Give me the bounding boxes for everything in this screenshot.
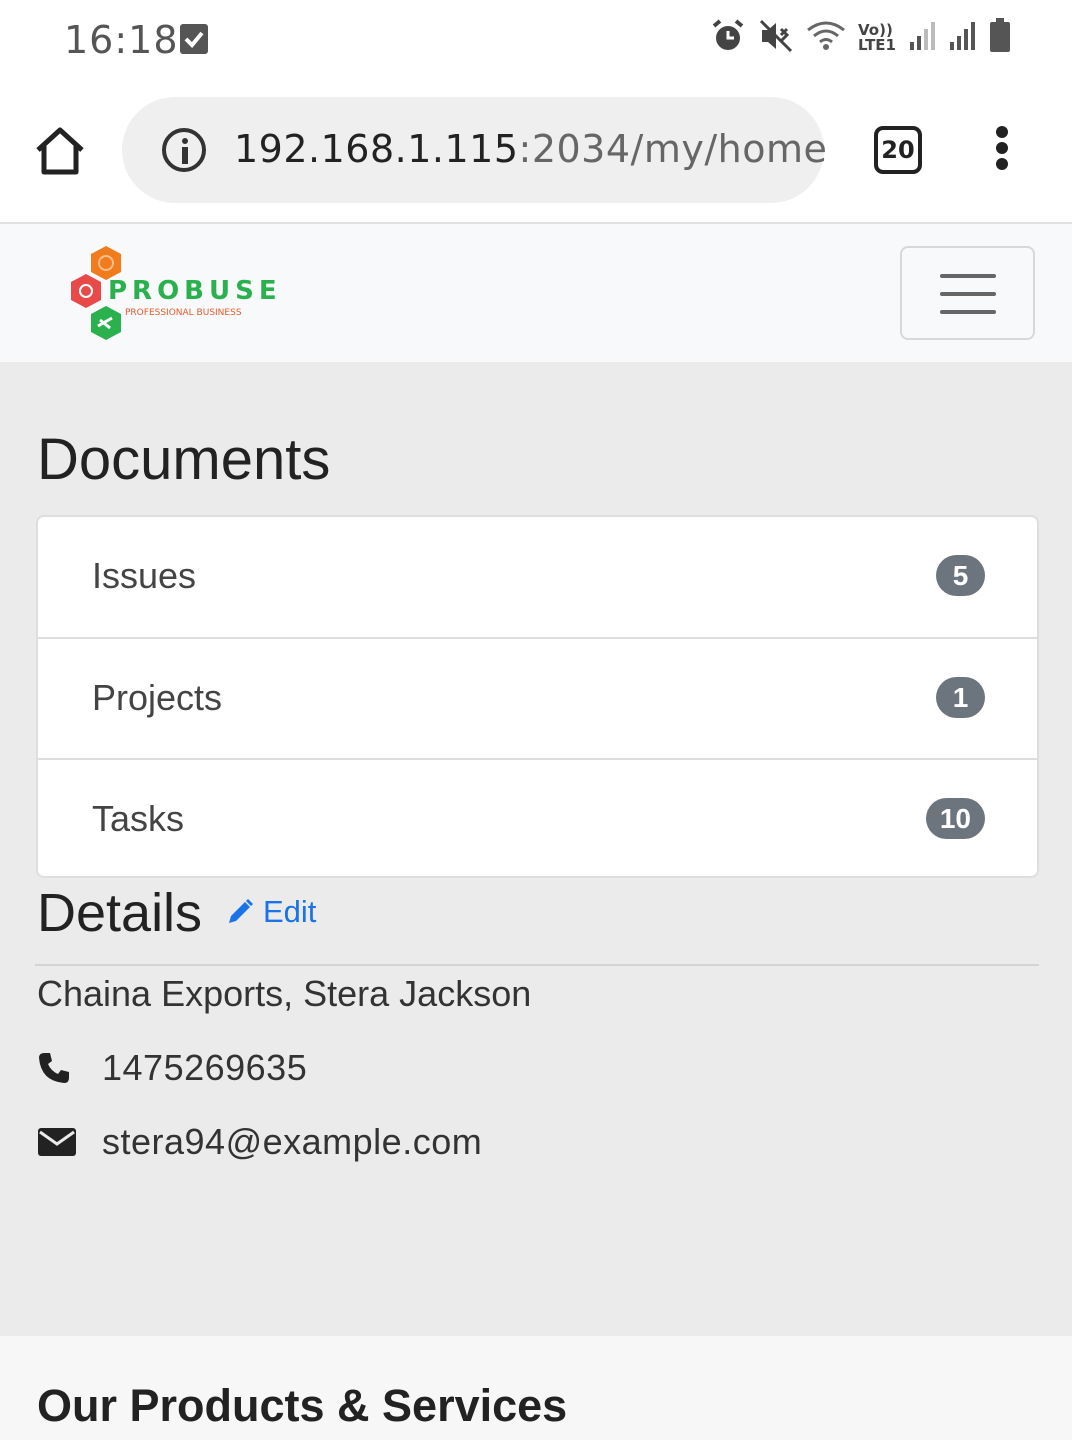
url-text[interactable]: 192.168.1.115:2034/my/home [234, 127, 827, 171]
home-icon [36, 127, 84, 175]
phone-icon [37, 1048, 81, 1088]
phone-row: 1475269635 [37, 1046, 307, 1090]
browser-menu-button[interactable] [988, 126, 1016, 174]
count-badge: 1 [936, 677, 985, 718]
details-header: Details Edit [37, 882, 1040, 943]
status-icons: Vo)) LTE1 [710, 17, 1012, 59]
documents-item-projects[interactable]: Projects 1 [38, 637, 1037, 757]
url-path: :2034/my/home [518, 127, 828, 171]
mute-icon [758, 18, 794, 59]
phone-number[interactable]: 1475269635 [102, 1047, 307, 1089]
browser-toolbar: 192.168.1.115:2034/my/home 20 [0, 80, 1072, 224]
edit-details-link[interactable]: Edit [225, 894, 316, 930]
documents-list: Issues 5 Projects 1 Tasks 10 [36, 515, 1039, 878]
url-host: 192.168.1.115 [234, 127, 519, 171]
list-item-label: Projects [92, 677, 223, 718]
list-item-label: Issues [92, 555, 197, 596]
battery-icon [988, 17, 1012, 59]
volte-icon: Vo)) LTE1 [858, 23, 896, 53]
status-time: 16:18 [64, 18, 179, 62]
list-item-label: Tasks [92, 798, 185, 839]
volte-label-bottom: LTE1 [858, 36, 896, 54]
address-bar[interactable]: 192.168.1.115:2034/my/home [122, 97, 827, 203]
edit-label: Edit [263, 894, 317, 929]
products-services-heading: Our Products & Services [37, 1380, 568, 1431]
company-name: Chaina Exports, Stera Jackson [37, 973, 532, 1014]
count-badge: 5 [936, 555, 985, 596]
pencil-icon [229, 899, 253, 923]
signal-icon [948, 20, 976, 57]
home-button[interactable] [32, 124, 88, 180]
envelope-icon [37, 1122, 81, 1162]
tab-switcher-button[interactable]: 20 [874, 126, 922, 174]
documents-heading: Documents [37, 427, 331, 492]
checkbox-notification-icon [180, 24, 208, 54]
details-divider [35, 964, 1039, 966]
alarm-icon [710, 18, 746, 59]
site-navbar: PROBUSE PROFESSIONAL BUSINESS [0, 224, 1072, 362]
documents-item-issues[interactable]: Issues 5 [38, 517, 1037, 637]
signal-icon [908, 20, 936, 57]
status-bar: 16:18 Vo)) LTE1 [0, 0, 1072, 80]
main-content: Documents Issues 5 Projects 1 Tasks 10 D… [0, 362, 1072, 1336]
email-address[interactable]: stera94@example.com [102, 1121, 482, 1163]
email-row: stera94@example.com [37, 1120, 482, 1164]
count-badge: 10 [925, 798, 985, 839]
info-icon[interactable] [162, 128, 206, 172]
wifi-icon [806, 20, 846, 57]
products-services-section: Our Products & Services [0, 1336, 1072, 1440]
details-heading: Details [37, 883, 203, 943]
logo-tagline: PROFESSIONAL BUSINESS [125, 308, 242, 318]
probuse-logo[interactable]: PROBUSE PROFESSIONAL BUSINESS [66, 244, 277, 344]
documents-item-tasks[interactable]: Tasks 10 [38, 758, 1037, 876]
nav-toggle-button[interactable] [900, 246, 1035, 340]
logo-wordmark: PROBUSE [108, 276, 282, 306]
